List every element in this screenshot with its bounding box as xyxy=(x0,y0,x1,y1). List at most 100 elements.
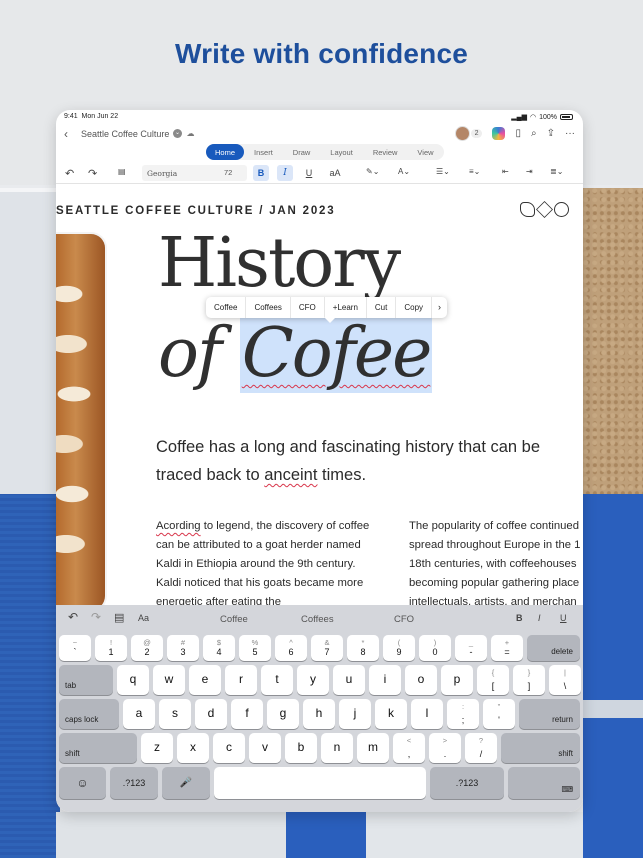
doc-title-line-1[interactable]: History xyxy=(158,230,401,298)
bold-button[interactable]: B xyxy=(253,165,269,181)
suggestion-cfo[interactable]: CFO xyxy=(394,614,414,625)
latte-art-image[interactable] xyxy=(56,232,107,605)
key-bracket-2[interactable]: | \ xyxy=(549,665,581,695)
document-title[interactable]: Seattle Coffee Culture xyxy=(81,129,169,139)
return-key[interactable]: return xyxy=(519,699,580,729)
key-b[interactable]: b xyxy=(285,733,317,763)
kb-underline-button[interactable]: U xyxy=(560,613,567,623)
numeric-toggle-left[interactable]: .?123 xyxy=(110,767,158,799)
mic-key[interactable]: 🎤 xyxy=(162,767,210,799)
key-d[interactable]: d xyxy=(195,699,227,729)
key-t[interactable]: t xyxy=(261,665,293,695)
paste-icon[interactable]: ▤ xyxy=(114,611,124,624)
selected-misspelled-word[interactable]: Cofee xyxy=(239,314,433,393)
key-w[interactable]: w xyxy=(153,665,185,695)
key-3[interactable]: #3 xyxy=(167,635,199,661)
change-case-button[interactable]: aA xyxy=(324,165,346,181)
key-7[interactable]: & 7 xyxy=(311,635,343,661)
body-column-1[interactable]: Acording to legend, the discovery of cof… xyxy=(156,517,376,605)
search-icon[interactable]: ⌕ xyxy=(531,128,537,139)
kb-bold-button[interactable]: B xyxy=(516,613,523,623)
doc-title-line-2[interactable]: of Cofee xyxy=(158,314,433,393)
delete-key[interactable]: delete xyxy=(527,635,580,661)
key-s[interactable]: s xyxy=(159,699,191,729)
key-z[interactable]: z xyxy=(141,733,173,763)
collaborator-count[interactable]: 2 xyxy=(470,129,483,138)
misspelled-word[interactable]: Acording xyxy=(156,520,201,532)
key-f[interactable]: f xyxy=(231,699,263,729)
phone-view-icon[interactable]: ▯ xyxy=(515,128,521,139)
tab-home[interactable]: Home xyxy=(206,144,245,160)
font-size-field[interactable]: 72 xyxy=(224,168,232,177)
align-icon[interactable]: ≣⌄ xyxy=(550,167,563,176)
kb-italic-button[interactable]: I xyxy=(538,613,541,623)
key-j[interactable]: j xyxy=(339,699,371,729)
avatar[interactable] xyxy=(454,126,470,141)
key-n[interactable]: n xyxy=(321,733,353,763)
menu-item-cut[interactable]: Cut xyxy=(367,297,397,318)
key-u[interactable]: u xyxy=(333,665,365,695)
key-2[interactable]: @2 xyxy=(131,635,163,661)
tab-layout[interactable]: Layout xyxy=(320,144,363,160)
shift-right-key[interactable]: shift xyxy=(501,733,580,763)
key-5[interactable]: % 5 xyxy=(239,635,271,661)
key-bracket-0[interactable]: {[ xyxy=(477,665,509,695)
key-sym-2[interactable]: ? / xyxy=(465,733,497,763)
menu-item-coffee[interactable]: Coffee xyxy=(206,297,247,318)
back-chevron-icon[interactable]: ‹ xyxy=(64,127,68,141)
key-g[interactable]: g xyxy=(267,699,299,729)
key-k[interactable]: k xyxy=(375,699,407,729)
clipboard-icon[interactable]: ▤ xyxy=(118,167,126,176)
tab-view[interactable]: View xyxy=(407,144,443,160)
title-dropdown-icon[interactable]: ⌄ xyxy=(173,129,182,138)
key-1[interactable]: ! 1 xyxy=(95,635,127,661)
key-r[interactable]: r xyxy=(225,665,257,695)
key--[interactable]: _ - xyxy=(455,635,487,661)
redo-icon[interactable]: ↷ xyxy=(91,610,101,624)
emoji-key[interactable]: ☺ xyxy=(59,767,106,799)
caps-lock-key[interactable]: caps lock xyxy=(59,699,119,729)
tab-insert[interactable]: Insert xyxy=(244,144,283,160)
shift-left-key[interactable]: shift xyxy=(59,733,137,763)
key-4[interactable]: $4 xyxy=(203,635,235,661)
menu-item-learn[interactable]: +Learn xyxy=(325,297,367,318)
menu-item-cfo[interactable]: CFO xyxy=(291,297,325,318)
key-punct-1[interactable]: " ' xyxy=(483,699,515,729)
suggestion-coffees[interactable]: Coffees xyxy=(301,614,334,625)
menu-item-coffees[interactable]: Coffees xyxy=(246,297,291,318)
key-q[interactable]: q xyxy=(117,665,149,695)
key-m[interactable]: m xyxy=(357,733,389,763)
indent-icon[interactable]: ⇥ xyxy=(526,167,533,176)
numeric-toggle-right[interactable]: .?123 xyxy=(430,767,504,799)
key-e[interactable]: e xyxy=(189,665,221,695)
key-p[interactable]: p xyxy=(441,665,473,695)
copilot-icon[interactable] xyxy=(492,127,506,140)
key-bracket-1[interactable]: }] xyxy=(513,665,545,695)
hide-keyboard-key[interactable]: ⌨ xyxy=(508,767,580,799)
key-y[interactable]: y xyxy=(297,665,329,695)
underline-button[interactable]: U xyxy=(301,165,317,181)
key-o[interactable]: o xyxy=(405,665,437,695)
key-8[interactable]: * 8 xyxy=(347,635,379,661)
outdent-icon[interactable]: ⇤ xyxy=(502,167,509,176)
more-icon[interactable]: ··· xyxy=(565,128,575,139)
menu-item-copy[interactable]: Copy xyxy=(396,297,433,318)
tab-draw[interactable]: Draw xyxy=(283,144,321,160)
format-button[interactable]: Aa xyxy=(138,613,149,623)
key-backtick[interactable]: ~ ` xyxy=(59,635,91,661)
undo-icon[interactable]: ↶ xyxy=(68,610,78,624)
document-canvas[interactable]: SEATTLE COFFEE CULTURE / JAN 2023 Histor… xyxy=(56,185,583,605)
key-i[interactable]: i xyxy=(369,665,401,695)
key-punct-0[interactable]: :; xyxy=(447,699,479,729)
tab-key[interactable]: tab xyxy=(59,665,113,695)
space-bar[interactable] xyxy=(214,767,426,799)
lead-paragraph[interactable]: Coffee has a long and fascinating histor… xyxy=(156,433,566,489)
highlight-icon[interactable]: ✎⌄ xyxy=(366,167,379,176)
undo-icon[interactable]: ↶ xyxy=(65,167,74,180)
tab-review[interactable]: Review xyxy=(363,144,408,160)
key-v[interactable]: v xyxy=(249,733,281,763)
italic-button[interactable]: I xyxy=(277,165,293,181)
key-l[interactable]: l xyxy=(411,699,443,729)
key-0[interactable]: ) 0 xyxy=(419,635,451,661)
key-a[interactable]: a xyxy=(123,699,155,729)
